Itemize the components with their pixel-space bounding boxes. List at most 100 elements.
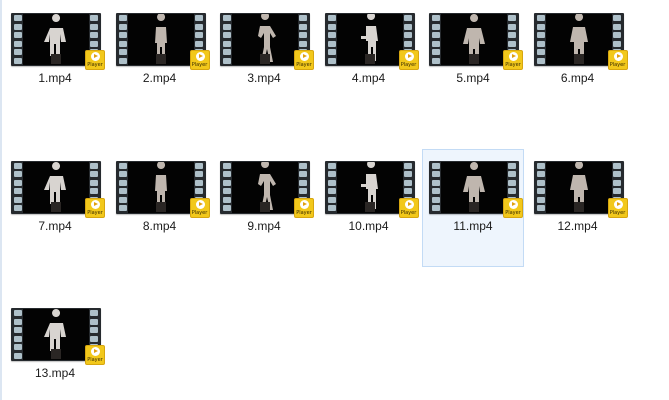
video-thumbnail[interactable]: Player — [11, 13, 105, 70]
video-thumbnail[interactable]: Player — [429, 13, 523, 70]
file-item[interactable]: Player 1.mp4 — [4, 1, 106, 119]
film-sprocket-holes — [431, 15, 441, 64]
film-sprocket-holes — [13, 162, 23, 212]
file-item[interactable]: Player 7.mp4 — [4, 149, 106, 267]
player-badge-icon: Player — [607, 50, 628, 70]
film-sprocket-holes — [13, 15, 23, 64]
player-badge-icon: Player — [607, 197, 628, 218]
video-frame-preview — [23, 161, 89, 213]
file-item[interactable]: Player 10.mp4 — [318, 149, 420, 267]
file-item[interactable]: Player 3.mp4 — [213, 1, 315, 119]
player-badge-icon: Player — [398, 50, 419, 70]
player-badge-label: Player — [609, 62, 626, 68]
film-sprocket-holes — [327, 162, 337, 212]
video-thumbnail[interactable]: Player — [115, 13, 210, 70]
video-frame-preview — [23, 309, 89, 360]
file-item[interactable]: Player 6.mp4 — [527, 1, 629, 119]
video-frame-preview — [127, 14, 194, 65]
player-badge-label: Player — [87, 209, 103, 216]
file-name-label: 12.mp4 — [557, 218, 598, 233]
player-badge-label: Player — [609, 209, 626, 216]
dancer-silhouette-icon — [44, 161, 66, 212]
player-badge-label: Player — [400, 62, 417, 68]
play-icon — [91, 347, 100, 356]
video-thumbnail[interactable]: Player — [11, 308, 105, 365]
file-item[interactable]: Player 9.mp4 — [213, 149, 315, 267]
film-sprocket-holes — [13, 310, 23, 359]
play-icon — [509, 199, 518, 209]
dancer-silhouette-icon — [569, 161, 588, 212]
video-thumbnail[interactable]: Player — [324, 13, 419, 70]
player-badge-icon: Player — [189, 50, 210, 70]
video-thumbnail[interactable]: Player — [220, 13, 314, 70]
player-badge-label: Player — [400, 209, 417, 216]
player-badge-label: Player — [296, 62, 312, 68]
player-badge-icon: Player — [294, 197, 314, 218]
dancer-silhouette-icon — [569, 14, 588, 64]
file-item[interactable]: Player 2.mp4 — [109, 1, 211, 119]
file-name-label: 4.mp4 — [351, 71, 386, 85]
film-sprocket-holes — [222, 15, 232, 64]
dancer-silhouette-icon — [258, 14, 276, 64]
file-name-label: 10.mp4 — [348, 218, 389, 233]
video-frame-preview — [545, 14, 612, 65]
video-thumbnail[interactable]: Player — [115, 160, 210, 218]
video-frame-preview — [545, 161, 612, 213]
video-thumbnail[interactable]: Player — [220, 160, 314, 218]
dancer-silhouette-icon — [258, 161, 276, 212]
file-item[interactable]: Player 13.mp4 — [4, 296, 106, 400]
dancer-silhouette-icon — [154, 161, 167, 212]
video-frame-preview — [23, 14, 89, 65]
film-sprocket-holes — [536, 15, 546, 64]
film-sprocket-holes — [222, 162, 232, 212]
video-thumbnail[interactable]: Player — [533, 160, 628, 218]
dancer-silhouette-icon — [44, 14, 66, 64]
video-thumbnail[interactable]: Player — [11, 160, 105, 218]
player-badge-icon: Player — [85, 50, 105, 70]
dancer-silhouette-icon — [360, 161, 378, 212]
play-icon — [404, 52, 414, 61]
player-badge-icon: Player — [294, 50, 314, 70]
video-thumbnail[interactable]: Player — [324, 160, 419, 218]
file-name-label: 9.mp4 — [247, 218, 281, 233]
player-badge-label: Player — [87, 62, 103, 68]
file-name-label: 7.mp4 — [38, 218, 72, 233]
film-sprocket-holes — [118, 15, 128, 64]
video-frame-preview — [441, 14, 507, 65]
file-item[interactable]: Player 4.mp4 — [318, 1, 420, 119]
player-badge-icon: Player — [503, 197, 523, 218]
player-badge-label: Player — [191, 209, 208, 216]
file-name-label: 6.mp4 — [560, 71, 595, 85]
video-frame-preview — [336, 14, 403, 65]
file-name-label: 11.mp4 — [453, 218, 493, 233]
file-item[interactable]: Player 5.mp4 — [422, 1, 524, 119]
dancer-silhouette-icon — [44, 309, 66, 359]
video-frame-preview — [232, 161, 298, 213]
pane-left-border — [0, 0, 2, 400]
file-item[interactable]: Player 11.mp4 — [422, 148, 524, 267]
player-badge-icon: Player — [85, 345, 105, 365]
dancer-silhouette-icon — [463, 161, 485, 212]
player-badge-label: Player — [296, 209, 312, 216]
dancer-silhouette-icon — [463, 14, 485, 64]
film-sprocket-holes — [431, 162, 441, 212]
dancer-silhouette-icon — [154, 14, 167, 64]
play-icon — [613, 199, 623, 209]
file-item[interactable]: Player 12.mp4 — [527, 149, 629, 267]
file-item[interactable]: Player 8.mp4 — [109, 149, 211, 267]
video-thumbnail[interactable]: Player — [533, 13, 628, 70]
play-icon — [613, 52, 623, 61]
video-frame-preview — [232, 14, 298, 65]
video-frame-preview — [441, 161, 507, 213]
file-name-label: 13.mp4 — [34, 366, 76, 380]
file-name-label: 3.mp4 — [247, 71, 281, 85]
file-name-label: 5.mp4 — [456, 71, 490, 85]
film-sprocket-holes — [327, 15, 337, 64]
video-thumbnail[interactable]: Player — [429, 160, 523, 218]
video-frame-preview — [336, 161, 403, 213]
play-icon — [300, 199, 309, 209]
player-badge-icon: Player — [189, 197, 210, 218]
file-explorer-view: Player 1.mp4 Player 2.mp4 Player 3.mp4 Player 4… — [0, 0, 669, 400]
play-icon — [509, 52, 518, 61]
player-badge-label: Player — [191, 62, 208, 68]
